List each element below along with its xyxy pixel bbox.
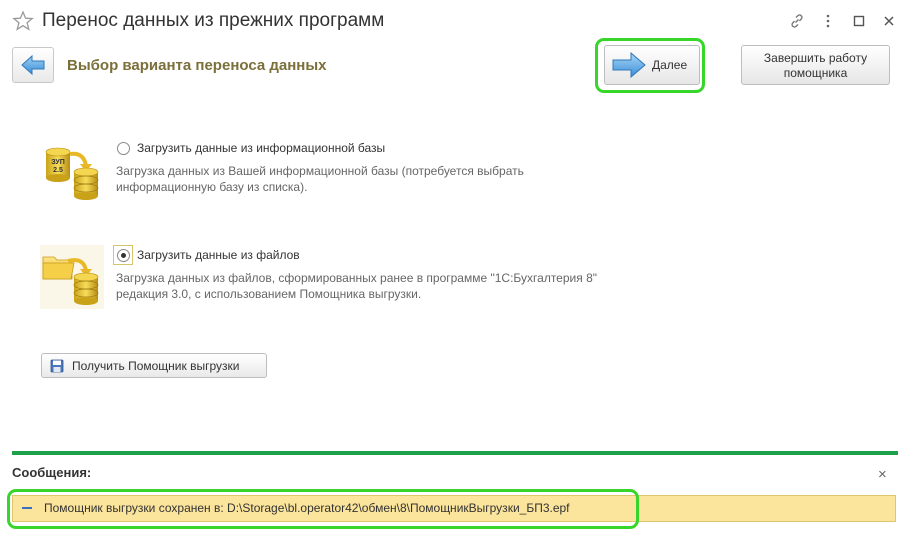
save-disk-icon xyxy=(50,359,64,372)
window-title: Перенос данных из прежних программ xyxy=(42,10,385,31)
messages-separator xyxy=(12,451,898,455)
get-export-helper-button[interactable]: Получить Помощник выгрузки xyxy=(41,353,267,378)
link-icon[interactable] xyxy=(786,10,808,32)
radio-load-from-infobase[interactable] xyxy=(117,142,130,155)
page-title: Выбор варианта переноса данных xyxy=(67,57,327,74)
finish-wizard-button[interactable]: Завершить работу помощника xyxy=(741,45,890,85)
highlight-frame-message xyxy=(7,489,639,529)
arrow-left-icon xyxy=(21,55,45,75)
get-export-helper-label: Получить Помощник выгрузки xyxy=(72,358,240,373)
database-icon: ЗУП 2.5 xyxy=(40,140,104,204)
messages-close-icon[interactable]: × xyxy=(878,466,887,483)
finish-button-label-line2: помощника xyxy=(783,66,848,80)
more-menu-icon[interactable] xyxy=(817,10,839,32)
option-desc-files-line2: редакция 3.0, с использованием Помощника… xyxy=(116,287,422,301)
option-desc-infobase-line1: Загрузка данных из Вашей информационной … xyxy=(116,164,524,178)
radio-selected-dot xyxy=(121,253,126,258)
finish-button-label-line1: Завершить работу xyxy=(763,51,868,65)
star-icon[interactable] xyxy=(12,10,34,32)
option-desc-infobase: Загрузка данных из Вашей информационной … xyxy=(116,163,656,195)
option-desc-files: Загрузка данных из файлов, сформированны… xyxy=(116,270,656,302)
highlight-frame xyxy=(595,38,705,93)
option-desc-infobase-line2: информационную базу из списка). xyxy=(116,180,308,194)
close-icon[interactable] xyxy=(878,10,900,32)
radio-load-from-files[interactable] xyxy=(117,249,130,262)
maximize-icon[interactable] xyxy=(848,10,870,32)
back-button[interactable] xyxy=(12,47,54,83)
option-label-infobase[interactable]: Загрузить данные из информационной базы xyxy=(137,141,385,155)
option-label-files[interactable]: Загрузить данные из файлов xyxy=(137,248,300,262)
messages-title: Сообщения: xyxy=(12,465,92,480)
badge-text-2: 2.5 xyxy=(53,167,63,174)
option-desc-files-line1: Загрузка данных из файлов, сформированны… xyxy=(116,271,597,285)
badge-text-1: ЗУП xyxy=(51,159,65,166)
folder-database-icon xyxy=(40,245,104,309)
